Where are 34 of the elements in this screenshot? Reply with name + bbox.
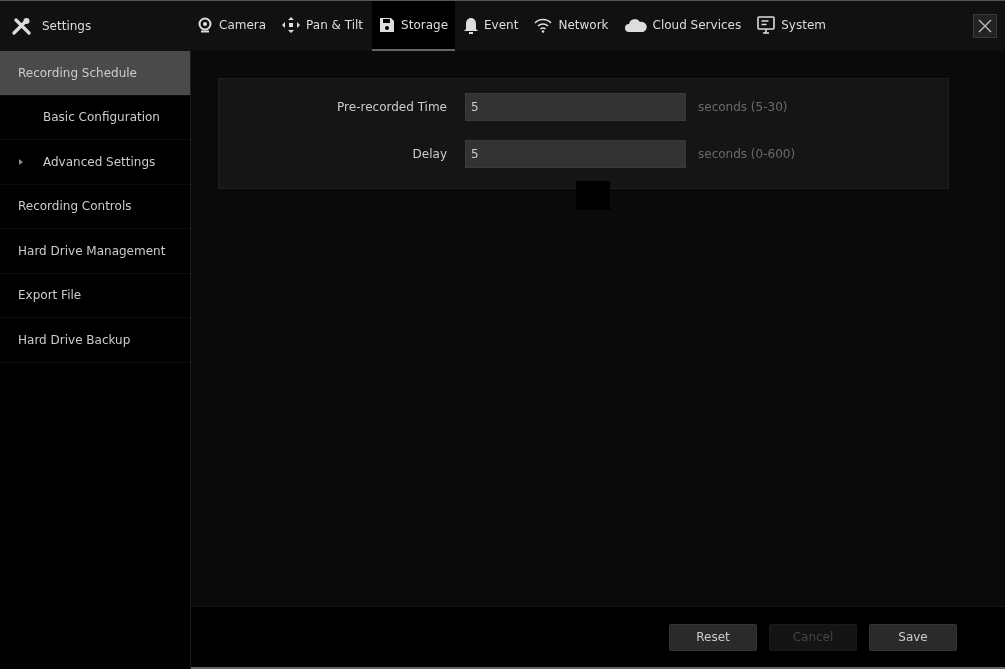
nav-tab[interactable]: System	[750, 1, 833, 51]
popup-stub	[576, 181, 610, 210]
bell-icon	[464, 16, 479, 34]
range-hint: seconds (5-30)	[698, 100, 788, 114]
range-hint: seconds (0-600)	[698, 147, 796, 161]
field-label: Delay	[411, 147, 448, 161]
nav-tab[interactable]: Event	[457, 1, 526, 51]
monitor-icon	[757, 16, 776, 34]
sidebar-item[interactable]: Recording Schedule	[0, 51, 190, 96]
cloud-icon	[624, 18, 647, 32]
sidebar-item[interactable]: Recording Controls	[0, 184, 190, 229]
input-field[interactable]: 5	[465, 93, 686, 121]
webcam-icon	[197, 17, 213, 33]
nav-tab[interactable]: Network	[527, 1, 616, 51]
action-button[interactable]: Save	[869, 623, 957, 651]
nav-tab[interactable]: Storage	[372, 1, 456, 51]
nav-tab[interactable]: Camera	[190, 1, 274, 51]
four-arrows-icon	[282, 17, 301, 33]
close-button[interactable]	[973, 14, 997, 38]
field-label: Pre-recorded Time	[336, 100, 448, 114]
input-field[interactable]: 5	[465, 140, 686, 168]
wifi-icon	[534, 17, 553, 33]
caret-icon	[19, 159, 24, 165]
nav-tab[interactable]: Cloud Services	[617, 1, 749, 51]
tools-icon	[12, 17, 32, 35]
sidebar-item[interactable]: Basic Configuration	[0, 95, 190, 140]
sidebar-item[interactable]: Hard Drive Management	[0, 229, 190, 274]
action-button[interactable]: Reset	[669, 623, 757, 651]
close-icon	[978, 19, 992, 33]
sidebar-item[interactable]: Export File	[0, 273, 190, 318]
nav-tab[interactable]: Pan & Tilt	[275, 1, 371, 51]
window-title: Settings	[42, 19, 92, 33]
sidebar-item[interactable]: Hard Drive Backup	[0, 318, 190, 363]
sidebar-item[interactable]: Advanced Settings	[0, 140, 190, 185]
